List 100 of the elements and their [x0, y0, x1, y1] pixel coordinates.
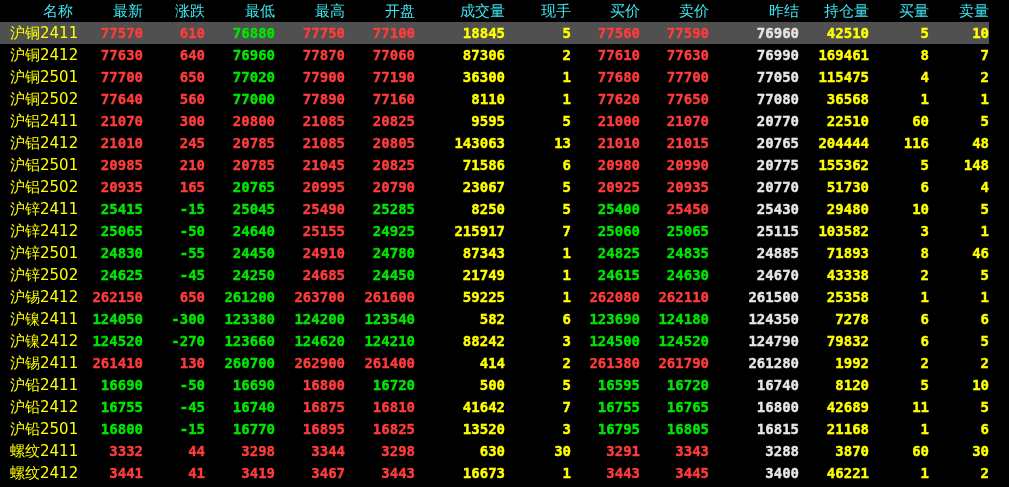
- table-cell: 630: [479, 443, 505, 459]
- table-cell: 3419: [241, 465, 275, 481]
- column-header[interactable]: 最新: [73, 0, 143, 22]
- table-cell: 24250: [232, 267, 275, 283]
- column-header[interactable]: 卖量: [929, 0, 989, 22]
- table-cell: 77060: [372, 47, 415, 63]
- table-cell: 77190: [372, 69, 415, 85]
- table-cell: 210: [179, 157, 205, 173]
- table-cell: 24885: [756, 245, 799, 261]
- column-header[interactable]: 昨结: [709, 0, 799, 22]
- table-cell: 582: [479, 311, 505, 327]
- table-cell: 16795: [597, 421, 640, 437]
- table-cell: 30: [554, 443, 571, 459]
- table-cell: 77700: [666, 69, 709, 85]
- table-cell: 3443: [606, 465, 640, 481]
- table-cell: 1: [920, 421, 929, 437]
- table-cell: 3344: [311, 443, 345, 459]
- table-cell: 500: [479, 377, 505, 393]
- table-cell: -55: [179, 245, 205, 261]
- table-cell: 3445: [675, 465, 709, 481]
- table-cell: 16875: [302, 399, 345, 415]
- table-cell: 24835: [666, 245, 709, 261]
- table-cell: 29480: [826, 201, 869, 217]
- table-cell: 24450: [372, 267, 415, 283]
- table-cell: 48: [972, 135, 989, 151]
- column-header[interactable]: 买量: [869, 0, 929, 22]
- table-cell: 77630: [666, 47, 709, 63]
- table-cell: 24640: [232, 223, 275, 239]
- table-cell: 42689: [826, 399, 869, 415]
- table-cell: 261400: [364, 355, 415, 371]
- table-cell: 5: [920, 157, 929, 173]
- table-cell: 8: [920, 47, 929, 63]
- table-cell: 21015: [666, 135, 709, 151]
- table-cell: 25400: [597, 201, 640, 217]
- column-header[interactable]: 成交量: [415, 0, 505, 22]
- table-cell: 16690: [100, 377, 143, 393]
- table-cell: 261280: [748, 355, 799, 371]
- column-header[interactable]: 开盘: [345, 0, 415, 22]
- table-cell: 60: [912, 113, 929, 129]
- column-header[interactable]: 卖价: [640, 0, 709, 22]
- table-cell: 261200: [224, 289, 275, 305]
- column-header[interactable]: 最高: [275, 0, 345, 22]
- table-cell: 20935: [666, 179, 709, 195]
- table-cell: 1: [920, 91, 929, 107]
- table-cell: 24615: [597, 267, 640, 283]
- table-cell: 143063: [454, 135, 505, 151]
- column-header[interactable]: 名称: [0, 0, 73, 22]
- table-cell: 8: [920, 245, 929, 261]
- column-header[interactable]: 持仓量: [799, 0, 869, 22]
- table-cell: 25065: [100, 223, 143, 239]
- table-cell: 3298: [381, 443, 415, 459]
- table-cell: 2: [920, 355, 929, 371]
- table-cell: 124620: [294, 333, 345, 349]
- table-cell: 77620: [597, 91, 640, 107]
- table-cell: 116: [903, 135, 929, 151]
- table-cell: 5: [562, 179, 571, 195]
- table-cell: 77680: [597, 69, 640, 85]
- table-cell: 16810: [372, 399, 415, 415]
- table-cell: 20995: [302, 179, 345, 195]
- table-cell: 21749: [462, 267, 505, 283]
- table-cell: 42510: [826, 25, 869, 41]
- table-cell: 25415: [100, 201, 143, 217]
- table-cell: 77750: [302, 25, 345, 41]
- table-cell: 16815: [756, 421, 799, 437]
- table-cell: 20790: [372, 179, 415, 195]
- table-cell: 77890: [302, 91, 345, 107]
- table-cell: 414: [479, 355, 505, 371]
- table-cell: -300: [171, 311, 205, 327]
- table-cell: 262110: [658, 289, 709, 305]
- table-cell: 16765: [666, 399, 709, 415]
- table-cell: 124200: [294, 311, 345, 327]
- column-header[interactable]: 现手: [505, 0, 571, 22]
- table-cell: -270: [171, 333, 205, 349]
- table-cell: 77020: [232, 69, 275, 85]
- table-cell: 2: [980, 355, 989, 371]
- table-cell: 1: [562, 267, 571, 283]
- table-cell: 76960: [756, 25, 799, 41]
- table-cell: 24780: [372, 245, 415, 261]
- table-cell: 560: [179, 91, 205, 107]
- table-cell: 36300: [462, 69, 505, 85]
- table-cell: 7: [980, 47, 989, 63]
- table-cell: 2: [562, 355, 571, 371]
- table-cell: 16595: [597, 377, 640, 393]
- table-cell: 79832: [826, 333, 869, 349]
- table-cell: 16800: [100, 421, 143, 437]
- table-cell: 8250: [471, 201, 505, 217]
- table-cell: 10: [972, 25, 989, 41]
- table-cell: 21085: [302, 113, 345, 129]
- table-cell: 20770: [756, 179, 799, 195]
- table-cell: 71586: [462, 157, 505, 173]
- table-cell: -45: [179, 399, 205, 415]
- table-cell: 8110: [471, 91, 505, 107]
- column-header[interactable]: 涨跌: [143, 0, 205, 22]
- table-cell: 20765: [232, 179, 275, 195]
- table-cell: 16805: [666, 421, 709, 437]
- table-cell: 5: [980, 333, 989, 349]
- table-cell: 123540: [364, 311, 415, 327]
- column-header[interactable]: 最低: [205, 0, 275, 22]
- column-header[interactable]: 买价: [571, 0, 640, 22]
- table-cell: 1: [980, 91, 989, 107]
